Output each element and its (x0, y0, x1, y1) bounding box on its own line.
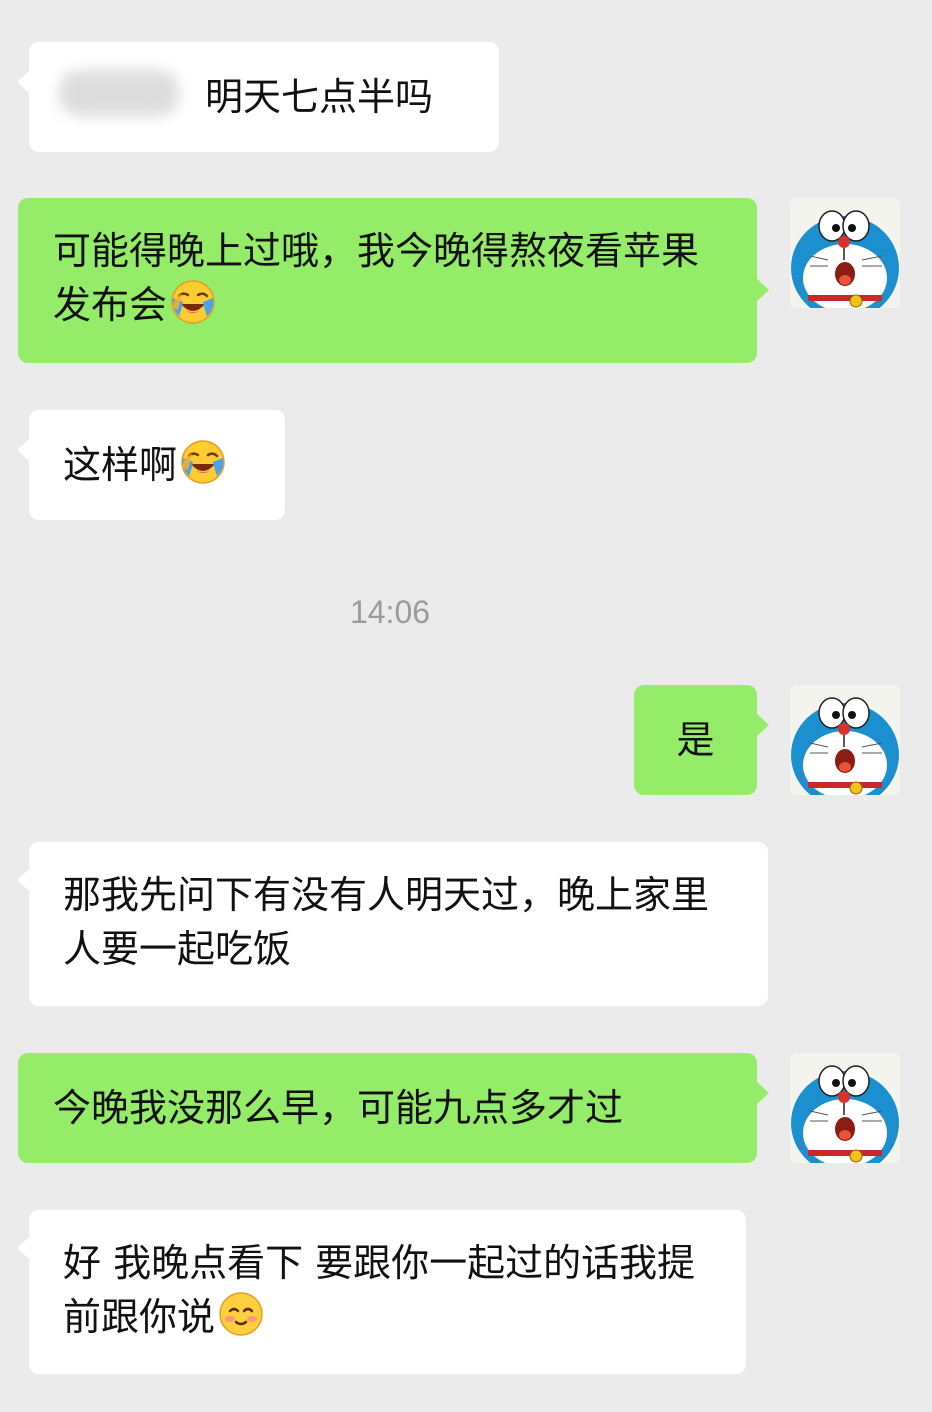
message-text: 那我先问下有没有人明天过，晚上家里人要一起吃饭 (63, 873, 710, 971)
doraemon-avatar-icon[interactable] (790, 198, 900, 308)
message-bubble-outgoing[interactable]: 可能得晚上过哦，我今晚得熬夜看苹果发布会 (18, 198, 769, 363)
message-bubble-outgoing[interactable]: 是 (634, 685, 769, 795)
message-text: 好 我晚点看下 要跟你一起过的话我提前跟你说 (63, 1241, 696, 1339)
blurred-name (59, 70, 179, 116)
message-text: 是 (676, 718, 715, 762)
doraemon-avatar-icon[interactable] (790, 1053, 900, 1163)
laughing-crying-emoji-icon (179, 438, 227, 486)
doraemon-avatar-icon[interactable] (790, 685, 900, 795)
message-bubble-incoming[interactable]: 这样啊 (17, 410, 285, 520)
message-text: 这样啊 (63, 443, 178, 487)
message-text: 今晚我没那么早，可能九点多才过 (53, 1086, 624, 1130)
message-bubble-incoming[interactable]: 明天七点半吗 (17, 42, 499, 152)
message-bubble-incoming[interactable]: 好 我晚点看下 要跟你一起过的话我提前跟你说 (17, 1210, 746, 1374)
laughing-crying-emoji-icon (169, 278, 217, 326)
message-bubble-incoming[interactable]: 那我先问下有没有人明天过，晚上家里人要一起吃饭 (17, 842, 768, 1006)
message-timestamp: 14:06 (349, 594, 431, 630)
message-text: 可能得晚上过哦，我今晚得熬夜看苹果发布会 (53, 229, 700, 327)
message-text: 明天七点半吗 (205, 75, 434, 119)
blushing-smile-emoji-icon (217, 1290, 265, 1338)
message-bubble-outgoing[interactable]: 今晚我没那么早，可能九点多才过 (18, 1053, 769, 1163)
